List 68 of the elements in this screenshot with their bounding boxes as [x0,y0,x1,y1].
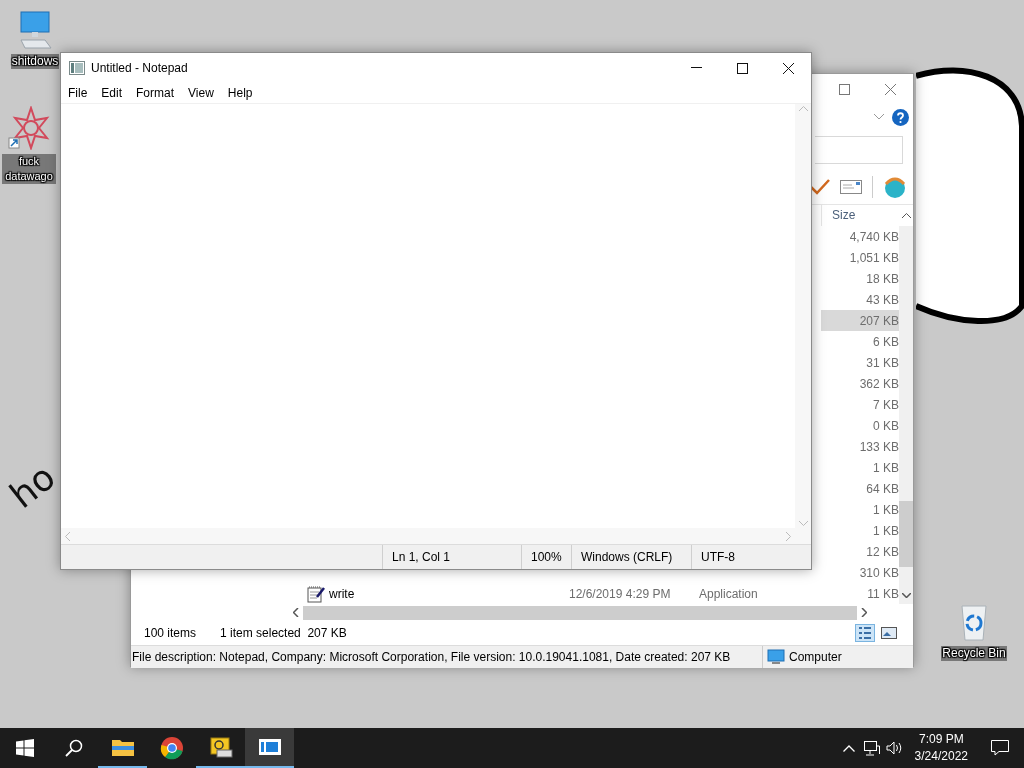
file-size[interactable]: 43 KB [821,292,899,307]
file-size[interactable]: 1,051 KB [821,250,899,265]
notepad-file-icon [307,584,325,603]
checkmark-icon[interactable] [810,179,830,195]
location-label: Computer [789,650,842,664]
item-count: 100 items [144,626,197,640]
folder-icon [110,737,135,757]
details-view-button[interactable] [855,624,875,642]
maximize-icon [736,62,748,74]
file-size[interactable]: 4,740 KB [821,229,899,244]
status-field: Ln 1, Col 1 [382,545,521,569]
menu-item[interactable]: View [181,83,221,103]
file-size[interactable]: 362 KB [821,376,899,391]
file-name: write [328,586,356,601]
close-icon [884,83,896,95]
file-type: Application [699,586,759,601]
desktop-icon-label[interactable]: fuck datawago [2,154,56,184]
minimize-icon [690,67,702,69]
close-icon [782,62,794,74]
sort-caret-icon [901,213,911,218]
chevron-down-icon[interactable] [874,114,884,120]
status-field: 100% [521,545,571,569]
taskbar-app-button[interactable] [245,728,294,768]
file-size[interactable]: 64 KB [821,481,899,496]
window-title: Untitled - Notepad [91,61,188,75]
file-size[interactable]: 1 KB [821,502,899,517]
globe-icon[interactable] [883,176,907,198]
window-panes-icon [15,739,34,757]
search-field[interactable] [815,136,903,164]
mail-icon [208,736,233,758]
scroll-left-icon[interactable] [293,608,299,617]
help-icon[interactable] [892,108,909,126]
menu-item[interactable]: Help [220,83,260,103]
file-size[interactable]: 18 KB [821,271,899,286]
menu-item[interactable]: Edit [94,83,130,103]
file-size[interactable]: 207 KB [821,310,899,331]
star-shortcut-icon [7,106,51,150]
file-size[interactable]: 31 KB [821,355,899,370]
file-size[interactable]: 1 KB [821,460,899,475]
desktop-icon-label[interactable]: Recycle Bin [941,646,1007,661]
browser-icon [159,736,184,760]
wallpaper-text: ho [4,458,62,515]
clock[interactable]: 7:09 PM 3/24/2022 [906,731,976,765]
file-size[interactable]: 133 KB [821,439,899,454]
file-size[interactable]: 7 KB [821,397,899,412]
desktop-icon-label[interactable]: shitdows [10,54,60,69]
computer-icon [767,649,785,665]
selection-info: 1 item selected 207 KB [220,626,347,640]
file-size[interactable]: 6 KB [821,334,899,349]
file-size[interactable]: 12 KB [821,544,899,559]
search-icon [64,739,83,757]
maximize-icon [838,83,850,95]
file-size[interactable]: 11 KB [821,586,899,601]
envelope-icon[interactable] [840,180,862,194]
file-size[interactable]: 310 KB [821,565,899,580]
menu-item[interactable]: File [61,83,95,103]
notepad-icon [69,61,85,75]
status-field: Windows (CRLF) [571,545,691,569]
thumbnail-view-button[interactable] [879,624,899,642]
file-date: 12/6/2019 4:29 PM [569,586,672,601]
menu-item[interactable]: Format [129,83,182,103]
file-size[interactable]: 0 KB [821,418,899,433]
scroll-right-icon[interactable] [861,608,867,617]
notepad-icon [257,738,282,756]
scroll-down-icon[interactable] [901,592,911,598]
file-size[interactable]: 1 KB [821,523,899,538]
status-field: UTF-8 [691,545,811,569]
file-details: File description: Notepad, Company: Microsoft Corporation, File version: 10.0.19041.1081, Date created: 207 KB [132,650,731,664]
